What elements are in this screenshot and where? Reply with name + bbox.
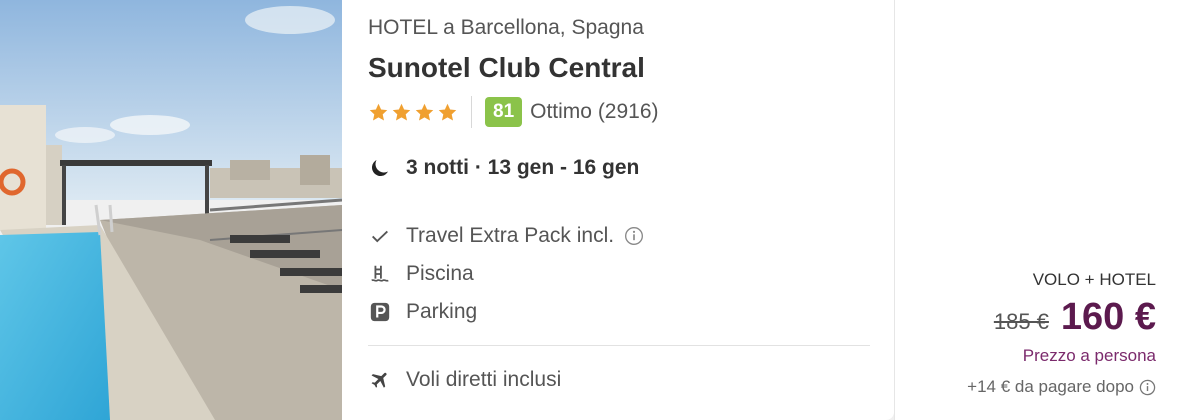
hotel-location: HOTEL a Barcellona, Spagna <box>368 16 644 39</box>
old-price: 185 € <box>993 309 1049 334</box>
stay-dates: 3 notti · 13 gen - 16 gen <box>368 156 639 180</box>
price-panel[interactable]: VOLO + HOTEL 185 € 160 € Prezzo a person… <box>894 0 1182 420</box>
stay-dates-label: 3 notti · 13 gen - 16 gen <box>406 156 640 179</box>
hotel-name[interactable]: Sunotel Club Central <box>368 52 645 84</box>
hotel-card[interactable]: HOTEL a Barcellona, Spagna Sunotel Club … <box>0 0 1182 420</box>
plane-icon <box>368 368 392 392</box>
package-type: VOLO + HOTEL <box>1032 270 1156 289</box>
star-icon <box>438 103 457 120</box>
pool-icon <box>368 262 392 286</box>
feature-label: Travel Extra Pack incl. <box>406 224 615 247</box>
star-rating <box>368 102 458 123</box>
feature-label: Piscina <box>406 262 474 285</box>
divider <box>368 345 870 346</box>
info-icon[interactable] <box>624 226 644 246</box>
rating-row: 81 Ottimo (2916) <box>368 95 659 129</box>
info-icon[interactable] <box>1139 379 1156 396</box>
star-icon <box>369 103 388 120</box>
star-icon <box>415 103 434 120</box>
hotel-info: HOTEL a Barcellona, Spagna Sunotel Club … <box>342 0 894 420</box>
rating-divider <box>471 96 472 128</box>
feature-parking: Parking <box>368 300 477 324</box>
price-row: 185 € 160 € <box>994 296 1156 339</box>
review-score-badge[interactable]: 81 <box>485 97 523 127</box>
rooftop-pool-image <box>0 0 342 420</box>
feature-label: Parking <box>406 300 478 323</box>
current-price[interactable]: 160 € <box>1061 296 1156 339</box>
hotel-photo[interactable] <box>0 0 342 420</box>
direct-flights-label: Voli diretti inclusi <box>406 368 562 391</box>
direct-flights: Voli diretti inclusi <box>368 368 561 392</box>
price-per-person: Prezzo a persona <box>1022 346 1156 365</box>
extra-fee-label: +14 € da pagare dopo <box>967 377 1134 396</box>
feature-travel-pack: Travel Extra Pack incl. <box>368 224 644 248</box>
star-icon <box>392 103 411 120</box>
extra-fee: +14 € da pagare dopo <box>967 377 1156 397</box>
parking-icon <box>368 300 392 324</box>
review-score-label[interactable]: Ottimo (2916) <box>530 100 658 124</box>
feature-pool: Piscina <box>368 262 474 286</box>
check-icon <box>368 224 392 248</box>
moon-icon <box>372 160 388 176</box>
